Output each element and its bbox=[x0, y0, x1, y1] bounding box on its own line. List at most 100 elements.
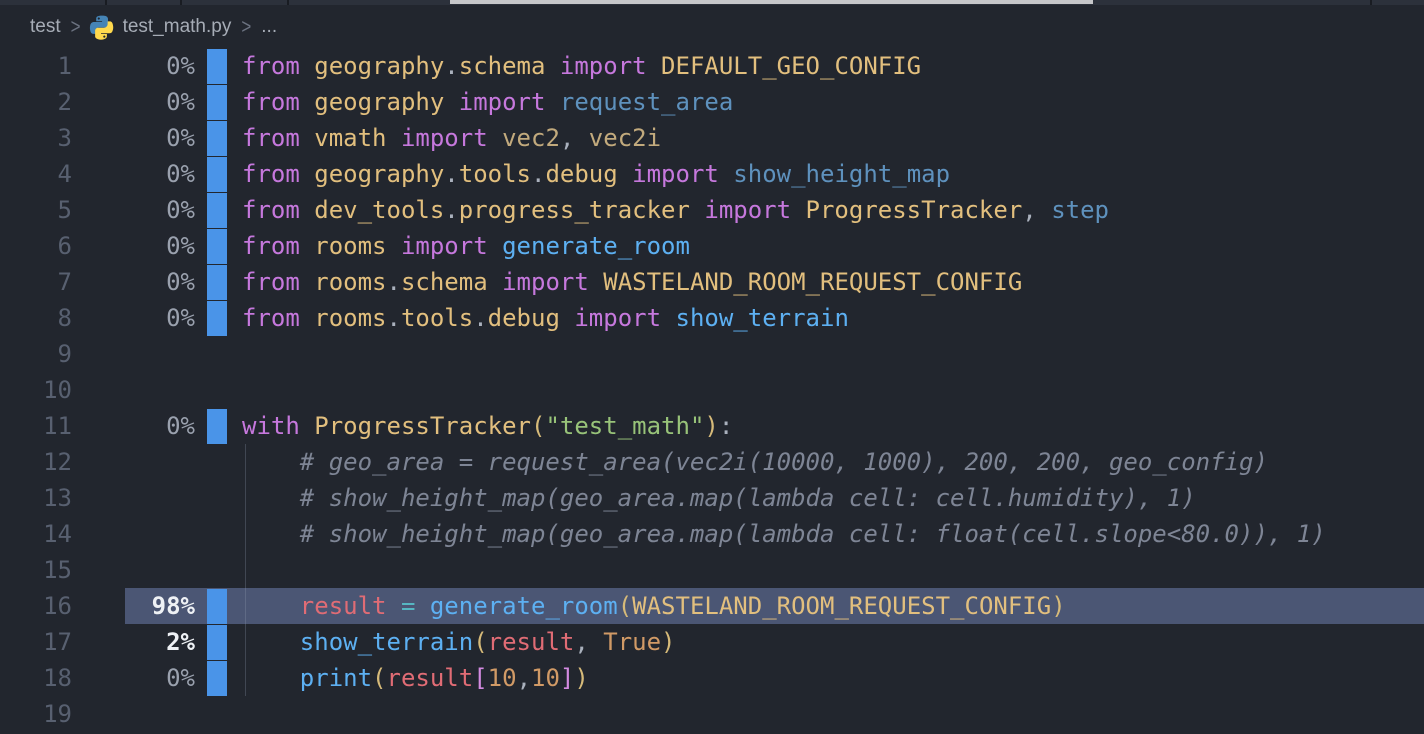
code-text: show_terrain(result, True) bbox=[242, 624, 676, 660]
code-text: from rooms import generate_room bbox=[242, 228, 690, 264]
code-line[interactable]: 20% from geography import request_area bbox=[0, 84, 1424, 120]
gutter-marker-slot bbox=[207, 516, 227, 552]
profile-marker bbox=[207, 49, 227, 84]
active-tab-indicator bbox=[450, 0, 1093, 4]
gutter-marker-slot bbox=[207, 84, 227, 120]
code-line[interactable]: 70% from rooms.schema import WASTELAND_RO… bbox=[0, 264, 1424, 300]
gutter-marker-slot bbox=[207, 300, 227, 336]
gutter-marker-slot bbox=[207, 228, 227, 264]
code-text: result = generate_room(WASTELAND_ROOM_RE… bbox=[242, 588, 1066, 624]
profile-marker bbox=[207, 301, 227, 336]
line-number[interactable]: 17 bbox=[0, 624, 72, 660]
code-line[interactable]: 180% print(result[10,10]) bbox=[0, 660, 1424, 696]
line-number[interactable]: 19 bbox=[0, 696, 72, 732]
gutter-marker-slot bbox=[207, 120, 227, 156]
line-number[interactable]: 2 bbox=[0, 84, 72, 120]
code-line[interactable]: 40% from geography.tools.debug import sho… bbox=[0, 156, 1424, 192]
code-text: from vmath import vec2, vec2i bbox=[242, 120, 661, 156]
profile-percentage: 0% bbox=[72, 300, 195, 336]
line-number[interactable]: 4 bbox=[0, 156, 72, 192]
gutter-marker-slot bbox=[207, 696, 227, 732]
line-number[interactable]: 18 bbox=[0, 660, 72, 696]
code-text: with ProgressTracker("test_math"): bbox=[242, 408, 733, 444]
line-number[interactable]: 11 bbox=[0, 408, 72, 444]
code-line[interactable]: 172% show_terrain(result, True) bbox=[0, 624, 1424, 660]
code-line[interactable]: 10% from geography.schema import DEFAULT_… bbox=[0, 48, 1424, 84]
code-line[interactable]: 19 bbox=[0, 696, 1424, 732]
breadcrumb-symbol[interactable]: ... bbox=[261, 16, 277, 38]
code-line[interactable]: 14 # show_height_map(geo_area.map(lambda… bbox=[0, 516, 1424, 552]
chevron-right-icon: > bbox=[71, 14, 81, 39]
code-editor[interactable]: 10%from geography.schema import DEFAULT_… bbox=[0, 48, 1424, 732]
profile-percentage: 0% bbox=[72, 120, 195, 156]
code-text: print(result[10,10]) bbox=[242, 660, 589, 696]
profile-marker bbox=[207, 193, 227, 228]
gutter-marker-slot bbox=[207, 444, 227, 480]
code-line[interactable]: 10 bbox=[0, 372, 1424, 408]
profile-marker bbox=[207, 265, 227, 300]
code-line[interactable]: 110% with ProgressTracker("test_math"): bbox=[0, 408, 1424, 444]
profile-marker bbox=[207, 589, 227, 624]
line-number[interactable]: 5 bbox=[0, 192, 72, 228]
profile-percentage: 0% bbox=[72, 408, 195, 444]
code-line[interactable]: 1698% result = generate_room(WASTELAND_R… bbox=[0, 588, 1424, 624]
code-line[interactable]: 9 bbox=[0, 336, 1424, 372]
code-line[interactable]: 50%from dev_tools.progress_tracker impor… bbox=[0, 192, 1424, 228]
line-number[interactable]: 15 bbox=[0, 552, 72, 588]
profile-percentage: 2% bbox=[72, 624, 195, 660]
profile-percentage: 0% bbox=[72, 660, 195, 696]
breadcrumb-file[interactable]: test_math.py bbox=[123, 16, 232, 38]
gutter-marker-slot bbox=[207, 624, 227, 660]
gutter-marker-slot bbox=[207, 372, 227, 408]
line-number[interactable]: 10 bbox=[0, 372, 72, 408]
code-line[interactable]: 13 # show_height_map(geo_area.map(lambda… bbox=[0, 480, 1424, 516]
line-number[interactable]: 13 bbox=[0, 480, 72, 516]
gutter-marker-slot bbox=[207, 480, 227, 516]
gutter-marker-slot bbox=[207, 192, 227, 228]
profile-marker bbox=[207, 661, 227, 696]
code-line[interactable]: 15 bbox=[0, 552, 1424, 588]
profile-marker bbox=[207, 229, 227, 264]
profile-marker bbox=[207, 625, 227, 660]
code-text: from dev_tools.progress_tracker import P… bbox=[242, 192, 1109, 228]
python-file-icon bbox=[89, 14, 115, 40]
chevron-right-icon: > bbox=[241, 14, 251, 39]
code-text: # show_height_map(geo_area.map(lambda ce… bbox=[242, 480, 1196, 516]
profile-percentage: 98% bbox=[72, 588, 195, 624]
line-number[interactable]: 3 bbox=[0, 120, 72, 156]
code-text: from geography import request_area bbox=[242, 84, 733, 120]
line-number[interactable]: 6 bbox=[0, 228, 72, 264]
code-text: from rooms.tools.debug import show_terra… bbox=[242, 300, 849, 336]
code-line[interactable]: 60% from rooms import generate_room bbox=[0, 228, 1424, 264]
gutter-marker-slot bbox=[207, 408, 227, 444]
code-line[interactable]: 80% from rooms.tools.debug import show_te… bbox=[0, 300, 1424, 336]
profile-percentage: 0% bbox=[72, 48, 195, 84]
code-text: from rooms.schema import WASTELAND_ROOM_… bbox=[242, 264, 1022, 300]
gutter-marker-slot bbox=[207, 336, 227, 372]
code-text: from geography.schema import DEFAULT_GEO… bbox=[242, 48, 921, 84]
code-text: # geo_area = request_area(vec2i(10000, 1… bbox=[242, 444, 1268, 480]
breadcrumb-folder[interactable]: test bbox=[30, 16, 61, 38]
profile-marker bbox=[207, 85, 227, 120]
line-number[interactable]: 9 bbox=[0, 336, 72, 372]
code-line[interactable]: 12 # geo_area = request_area(vec2i(10000… bbox=[0, 444, 1424, 480]
profile-percentage: 0% bbox=[72, 264, 195, 300]
code-line[interactable]: 30% from vmath import vec2, vec2i bbox=[0, 120, 1424, 156]
profile-percentage: 0% bbox=[72, 156, 195, 192]
profile-marker bbox=[207, 121, 227, 156]
line-number[interactable]: 1 bbox=[0, 48, 72, 84]
gutter-marker-slot bbox=[207, 588, 227, 624]
code-text: # show_height_map(geo_area.map(lambda ce… bbox=[242, 516, 1326, 552]
profile-marker bbox=[207, 157, 227, 192]
gutter-marker-slot bbox=[207, 156, 227, 192]
line-number[interactable]: 14 bbox=[0, 516, 72, 552]
code-text: from geography.tools.debug import show_h… bbox=[242, 156, 950, 192]
line-number[interactable]: 16 bbox=[0, 588, 72, 624]
profile-percentage: 0% bbox=[72, 228, 195, 264]
breadcrumb: test > test_math.py > ... bbox=[0, 5, 1424, 48]
profile-percentage: 0% bbox=[72, 84, 195, 120]
line-number[interactable]: 8 bbox=[0, 300, 72, 336]
gutter-marker-slot bbox=[207, 48, 227, 84]
line-number[interactable]: 12 bbox=[0, 444, 72, 480]
line-number[interactable]: 7 bbox=[0, 264, 72, 300]
